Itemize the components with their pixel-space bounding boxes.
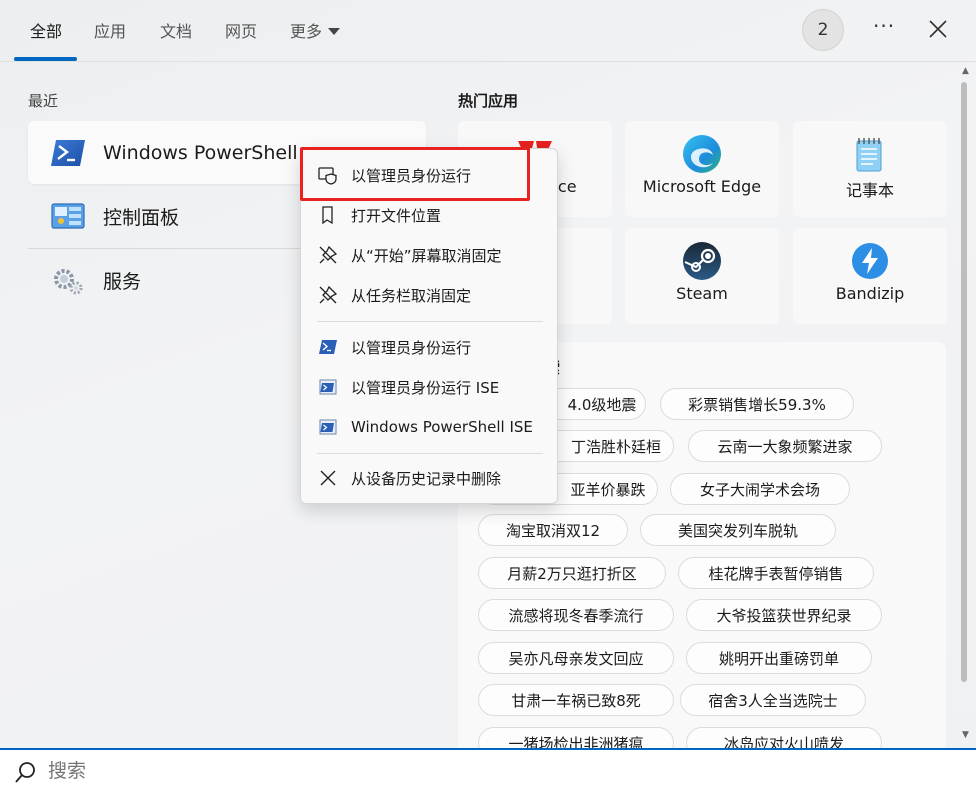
menu-item-powershell-ise[interactable]: Windows PowerShell ISE bbox=[305, 409, 553, 445]
bandizip-icon bbox=[852, 243, 888, 279]
top-tab-bar: 全部 应用 文档 网页 更多 2 ··· bbox=[0, 0, 976, 62]
steam-icon bbox=[683, 242, 721, 280]
app-tile-bandizip[interactable]: Bandizip bbox=[793, 228, 947, 324]
search-input[interactable] bbox=[48, 760, 908, 782]
hot-apps-title: 热门应用 bbox=[458, 92, 519, 110]
hot-search-item[interactable]: 彩票销售增长59.3% bbox=[660, 388, 854, 420]
tab-more-label: 更多 bbox=[290, 22, 323, 41]
search-icon bbox=[15, 762, 35, 783]
scroll-down-arrow-icon[interactable]: ▼ bbox=[962, 730, 969, 740]
scrollbar-thumb[interactable] bbox=[961, 82, 967, 682]
menu-item-label: Windows PowerShell ISE bbox=[351, 418, 533, 436]
tab-web[interactable]: 网页 bbox=[225, 18, 257, 42]
app-tile-steam[interactable]: Steam bbox=[625, 228, 779, 324]
hot-search-item[interactable]: 女子大闹学术会场 bbox=[670, 473, 850, 505]
context-menu: 以管理员身份运行 打开文件位置 从“开始”屏幕取消固定 从任务栏取消固定 以管理… bbox=[300, 148, 558, 504]
app-label: Steam bbox=[676, 284, 728, 303]
file-location-icon bbox=[317, 204, 339, 226]
tab-more[interactable]: 更多 bbox=[290, 18, 341, 42]
control-panel-icon bbox=[51, 202, 85, 229]
menu-item-remove-history[interactable]: 从设备历史记录中删除 bbox=[305, 460, 553, 496]
hot-search-item[interactable]: 姚明开出重磅罚单 bbox=[686, 642, 872, 674]
menu-item-run-as-admin-ise[interactable]: 以管理员身份运行 ISE bbox=[305, 369, 553, 405]
hot-search-item[interactable]: 宿舍3人全当选院士 bbox=[680, 684, 866, 716]
edge-icon bbox=[683, 135, 721, 173]
tab-all[interactable]: 全部 bbox=[30, 18, 62, 42]
menu-item-unpin-start[interactable]: 从“开始”屏幕取消固定 bbox=[305, 237, 553, 273]
recent-item-label: Windows PowerShell bbox=[103, 141, 298, 164]
menu-item-label: 从“开始”屏幕取消固定 bbox=[351, 246, 502, 265]
powershell-icon bbox=[317, 336, 339, 358]
hot-search-item[interactable]: 月薪2万只逛打折区 bbox=[478, 557, 666, 589]
recent-item-label: 服务 bbox=[103, 271, 142, 293]
menu-separator bbox=[317, 453, 543, 454]
hot-search-item[interactable]: 美国突发列车脱轨 bbox=[640, 514, 836, 546]
hot-search-item[interactable]: 云南一大象频繁进家 bbox=[688, 430, 882, 462]
app-label: Microsoft Edge bbox=[642, 177, 762, 196]
scroll-up-arrow-icon[interactable]: ▲ bbox=[962, 66, 969, 76]
app-label: Bandizip bbox=[835, 284, 905, 303]
search-bar bbox=[0, 748, 976, 794]
menu-item-run-as-admin[interactable]: 以管理员身份运行 bbox=[305, 157, 553, 193]
app-label: 记事本 bbox=[845, 181, 894, 200]
user-badge[interactable]: 2 bbox=[802, 9, 844, 51]
hot-search-item[interactable]: 桂花牌手表暂停销售 bbox=[678, 557, 874, 589]
powershell-ise-icon bbox=[317, 416, 339, 438]
powershell-icon bbox=[51, 139, 85, 166]
menu-item-open-file-location[interactable]: 打开文件位置 bbox=[305, 197, 553, 233]
menu-separator bbox=[317, 321, 543, 322]
powershell-ise-icon bbox=[317, 376, 339, 398]
menu-item-label: 以管理员身份运行 bbox=[351, 166, 472, 185]
chevron-down-icon bbox=[328, 28, 341, 35]
shield-icon bbox=[317, 164, 339, 186]
app-tile-notepad[interactable]: 记事本 bbox=[793, 121, 947, 217]
menu-item-unpin-taskbar[interactable]: 从任务栏取消固定 bbox=[305, 277, 553, 313]
notepad-icon bbox=[856, 138, 882, 172]
close-icon bbox=[317, 467, 339, 489]
close-icon[interactable] bbox=[926, 16, 950, 42]
hot-search-item[interactable]: 流感将现冬春季流行 bbox=[478, 599, 674, 631]
unpin-icon bbox=[317, 244, 339, 266]
menu-item-label: 以管理员身份运行 bbox=[351, 338, 472, 357]
hot-search-item[interactable]: 甘肃一车祸已致8死 bbox=[478, 684, 674, 716]
menu-item-label: 打开文件位置 bbox=[351, 206, 442, 225]
unpin-icon bbox=[317, 284, 339, 306]
tab-apps[interactable]: 应用 bbox=[94, 18, 126, 42]
hot-search-item[interactable]: 吴亦凡母亲发文回应 bbox=[478, 642, 674, 674]
recent-item-label: 控制面板 bbox=[103, 207, 180, 229]
menu-item-label: 从设备历史记录中删除 bbox=[351, 469, 502, 488]
menu-item-label: 以管理员身份运行 ISE bbox=[351, 378, 500, 397]
active-tab-indicator bbox=[14, 57, 77, 61]
hot-search-item[interactable]: 大爷投篮获世界纪录 bbox=[686, 599, 882, 631]
recent-section-title: 最近 bbox=[28, 92, 59, 110]
hot-search-item[interactable]: 淘宝取消双12 bbox=[478, 514, 628, 546]
menu-item-run-as-admin-ps[interactable]: 以管理员身份运行 bbox=[305, 329, 553, 365]
ellipsis-icon[interactable]: ··· bbox=[873, 14, 895, 38]
app-tile-edge[interactable]: Microsoft Edge bbox=[625, 121, 779, 217]
services-gear-icon bbox=[54, 268, 83, 294]
tab-documents[interactable]: 文档 bbox=[160, 18, 192, 42]
menu-item-label: 从任务栏取消固定 bbox=[351, 286, 472, 305]
